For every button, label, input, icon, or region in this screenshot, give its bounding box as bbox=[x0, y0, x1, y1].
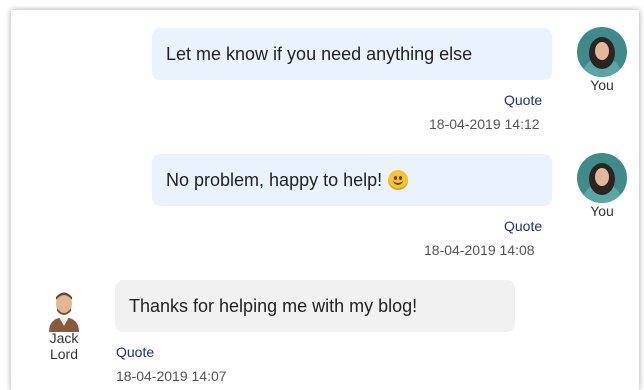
timestamp: 18-04-2019 14:07 bbox=[116, 368, 227, 384]
quote-link[interactable]: Quote bbox=[116, 344, 154, 360]
sender-label: You bbox=[590, 203, 614, 219]
user-avatar-icon bbox=[577, 153, 627, 203]
avatar[interactable] bbox=[577, 153, 627, 203]
quote-link[interactable]: Quote bbox=[504, 92, 542, 108]
user-avatar-icon bbox=[41, 286, 87, 332]
message-text: No problem, happy to help! bbox=[166, 169, 383, 190]
smiling-face-emoji-icon bbox=[388, 170, 409, 190]
timestamp: 18-04-2019 14:08 bbox=[424, 242, 535, 258]
message-bubble: Let me know if you need anything else bbox=[152, 28, 552, 80]
avatar[interactable] bbox=[41, 286, 87, 332]
message-text: Thanks for helping me with my blog! bbox=[129, 295, 418, 316]
message-bubble: Thanks for helping me with my blog! bbox=[115, 280, 515, 332]
user-avatar-icon bbox=[577, 27, 627, 77]
quote-link[interactable]: Quote bbox=[504, 218, 542, 234]
sender-label: You bbox=[590, 77, 614, 93]
message-text: Let me know if you need anything else bbox=[166, 43, 473, 64]
message-bubble: No problem, happy to help! bbox=[152, 154, 552, 206]
chat-window: Let me know if you need anything else Yo… bbox=[11, 10, 639, 390]
avatar[interactable] bbox=[577, 27, 627, 77]
sender-label: Jack Lord bbox=[49, 330, 79, 362]
timestamp: 18-04-2019 14:12 bbox=[429, 116, 540, 132]
